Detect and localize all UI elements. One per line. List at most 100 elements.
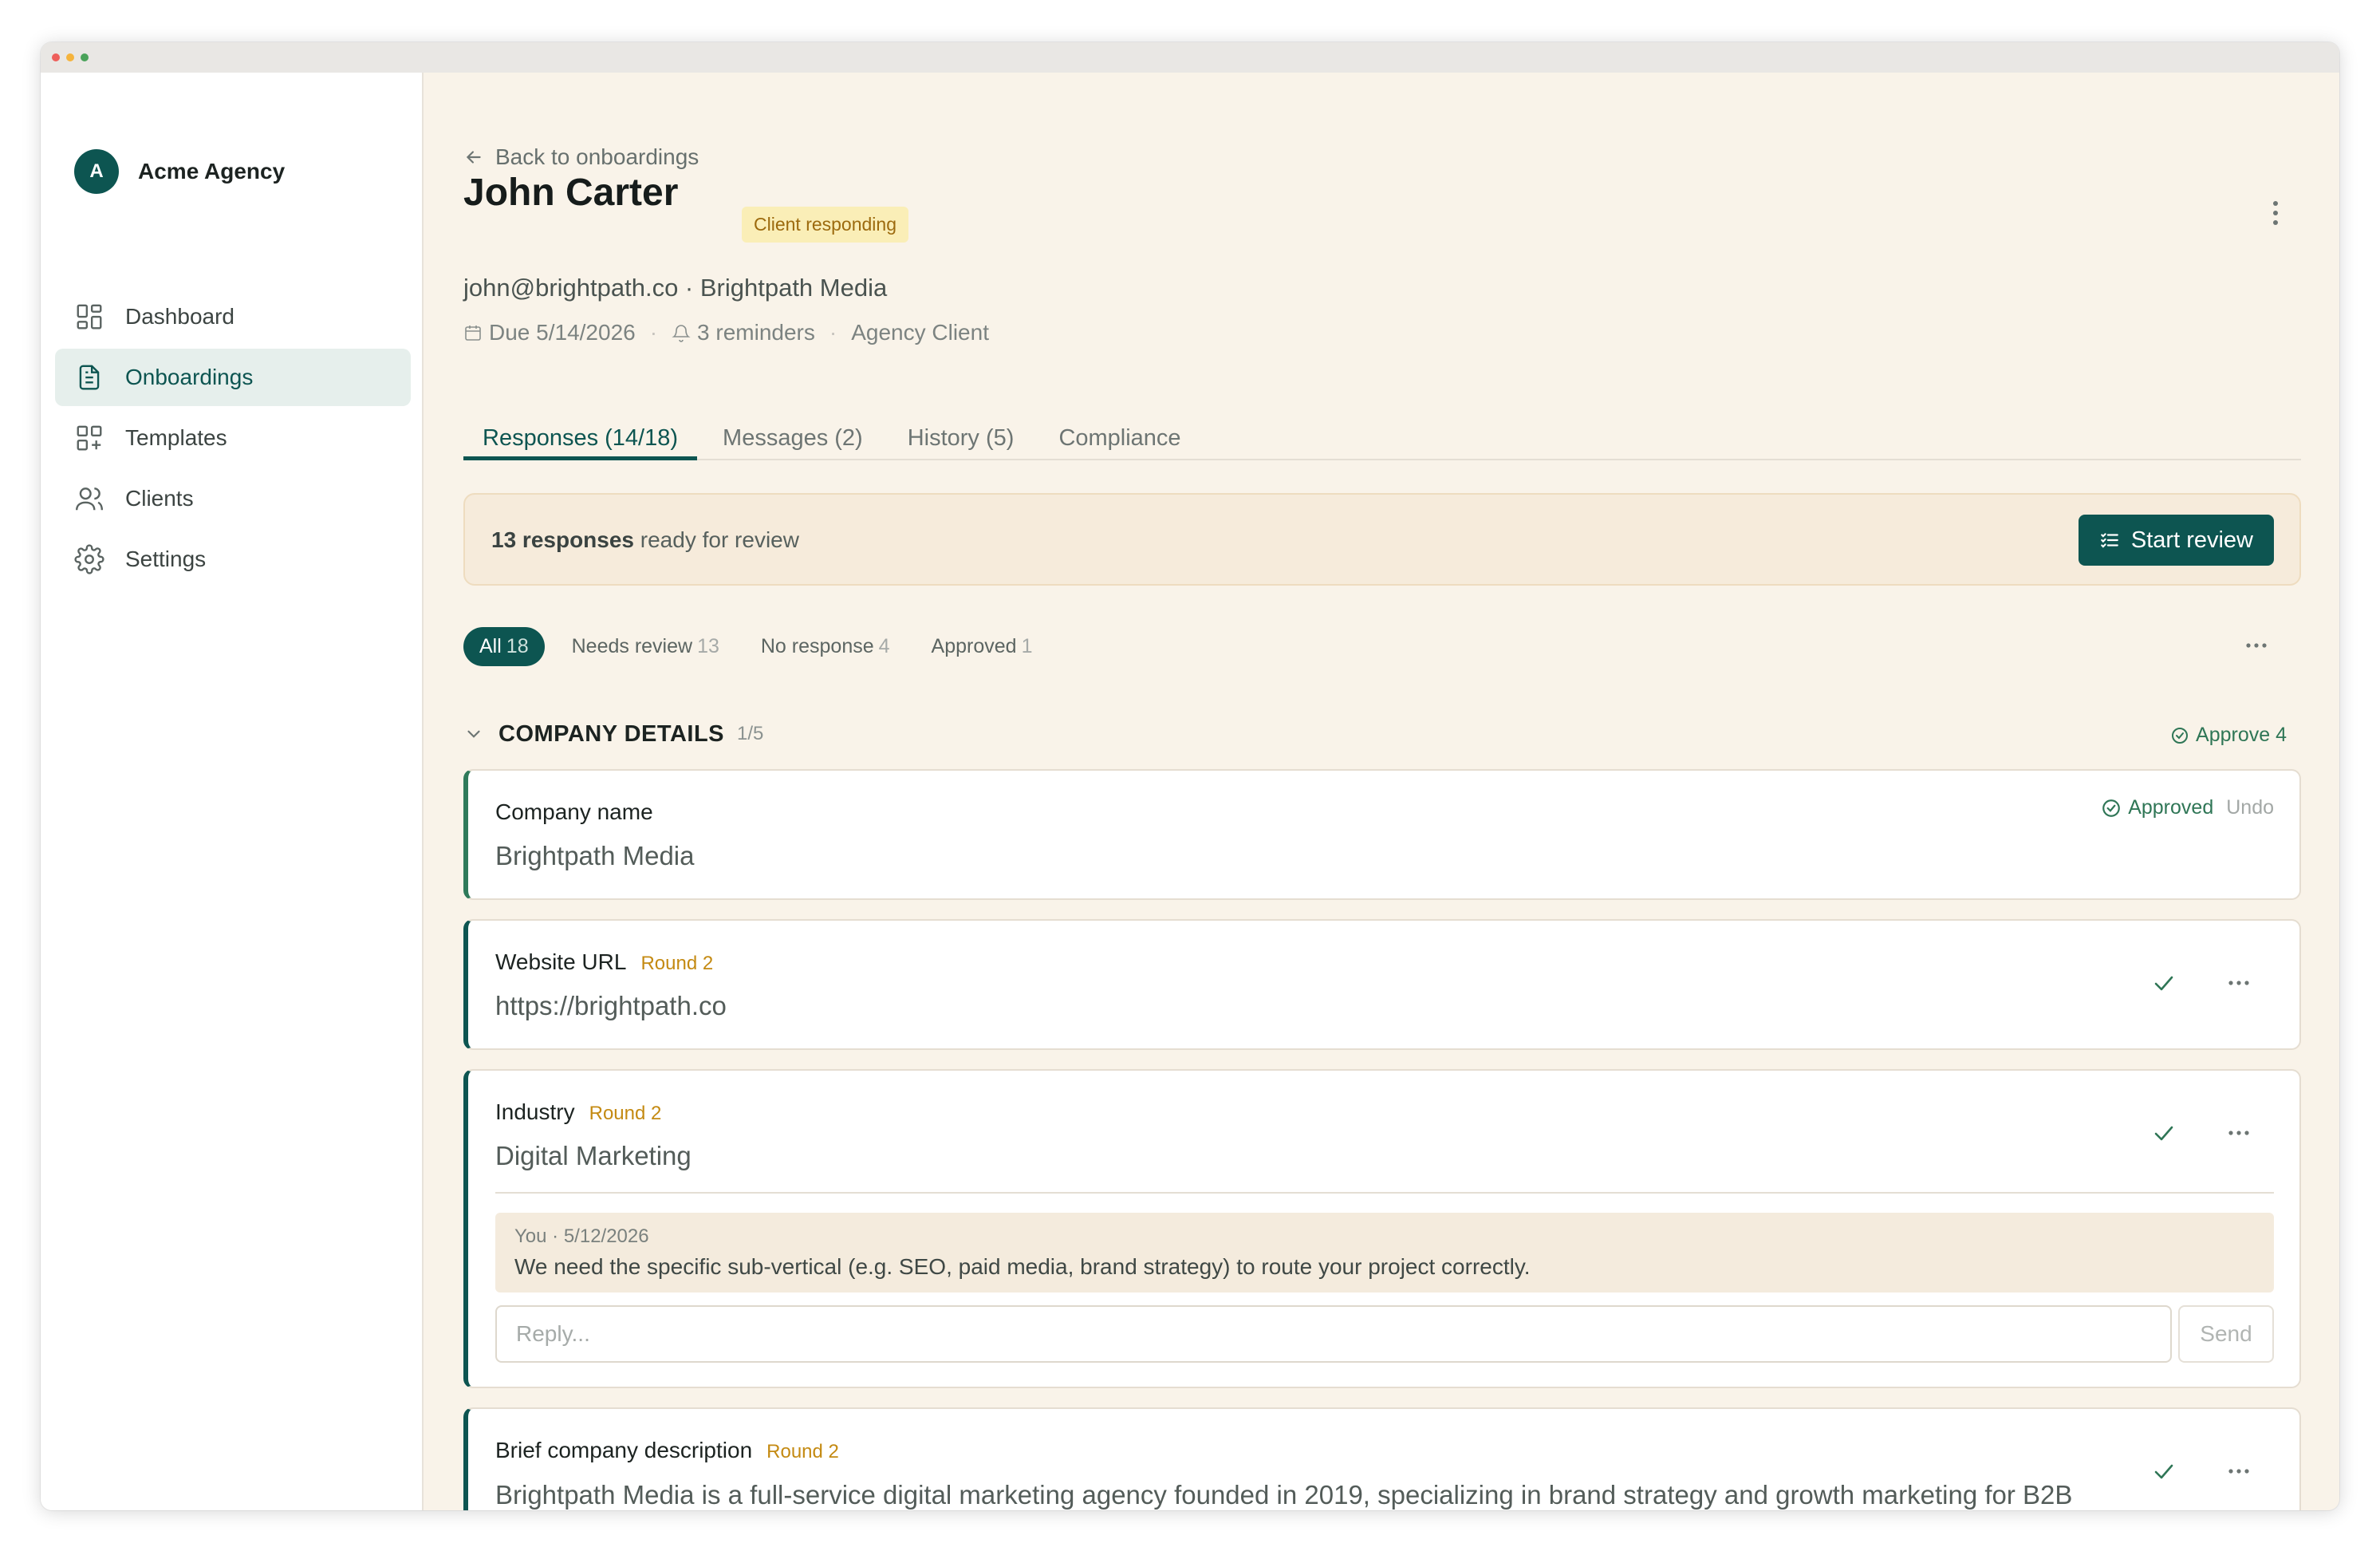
users-icon [75, 487, 104, 511]
page-title: John Carter [463, 172, 679, 214]
question-answer: Digital Marketing [495, 1141, 692, 1170]
tab-history[interactable]: History (5) [889, 416, 1034, 460]
check-icon[interactable] [2148, 967, 2180, 999]
filter-count: 4 [878, 635, 890, 657]
sidebar: A Acme Agency Dashboard Onboardings Temp… [41, 73, 424, 1510]
due-date: Due 5/14/2026 [489, 320, 636, 345]
check-icon[interactable] [2148, 1117, 2180, 1149]
gear-icon [74, 544, 104, 574]
sidebar-item-onboardings[interactable]: Onboardings [55, 349, 411, 406]
section-count: 1/5 [737, 723, 764, 744]
back-to-onboardings-link[interactable]: Back to onboardings [463, 144, 699, 170]
round-tag: Round 2 [766, 1441, 839, 1462]
back-link-label: Back to onboardings [495, 144, 699, 169]
question-label-text: Company name [495, 799, 653, 824]
check-circle-icon [2172, 727, 2189, 744]
approved-status: Approved Undo [2101, 796, 2274, 819]
filter-no-response[interactable]: No response 4 [761, 635, 890, 658]
status-badge: Client responding [742, 207, 909, 243]
close-window-button[interactable] [52, 53, 60, 61]
question-card-industry: Industry Round 2 Digital Marketing You ·… [463, 1069, 2301, 1388]
tab-bar: Responses (14/18) Messages (2) History (… [463, 416, 2301, 460]
question-label-text: Website URL [495, 949, 627, 974]
question-answer: Brightpath Media is a full-service digit… [495, 1480, 2073, 1510]
maximize-window-button[interactable] [81, 53, 89, 61]
check-circle-icon [2102, 799, 2121, 817]
comment-text: We need the specific sub-vertical (e.g. … [514, 1254, 1531, 1279]
question-label: Brief company description Round 2 [495, 1438, 839, 1463]
chevron-down-icon[interactable] [463, 724, 484, 744]
brand[interactable]: A Acme Agency [74, 149, 285, 194]
comment-meta: You · 5/12/2026 [514, 1225, 649, 1247]
bell-icon [672, 325, 691, 342]
review-comment: You · 5/12/2026 We need the specific sub… [495, 1213, 2274, 1292]
send-button[interactable]: Send [2178, 1305, 2274, 1363]
tab-responses[interactable]: Responses (14/18) [463, 416, 698, 460]
more-horizontal-icon[interactable] [2221, 1455, 2256, 1487]
filter-label: Needs review [571, 635, 693, 657]
calendar-icon [465, 326, 481, 341]
approved-label: Approved [2101, 796, 2213, 819]
meta-row: Due 5/14/2026 · 3 reminders · Agency Cli… [463, 320, 989, 345]
more-horizontal-icon[interactable] [2221, 967, 2256, 999]
banner-rest-text: ready for review [634, 527, 799, 552]
question-card-website-url: Website URL Round 2 https://brightpath.c… [463, 919, 2301, 1050]
checklist-icon [2101, 533, 2118, 548]
question-answer: https://brightpath.co [495, 991, 727, 1020]
responses-count: 13 responses [491, 527, 634, 552]
sidebar-item-templates[interactable]: Templates [55, 409, 411, 467]
window-titlebar [41, 42, 2339, 73]
document-icon [79, 365, 100, 390]
filter-approved[interactable]: Approved 1 [932, 635, 1033, 658]
filter-count: 13 [697, 635, 719, 657]
filter-count: 18 [506, 635, 529, 657]
sidebar-item-label: Clients [125, 486, 194, 511]
client-contact: john@brightpath.co · Brightpath Media [463, 274, 888, 302]
sidebar-item-dashboard[interactable]: Dashboard [55, 288, 411, 345]
question-label: Website URL Round 2 [495, 949, 713, 975]
brand-name: Acme Agency [138, 159, 286, 184]
brand-avatar: A [74, 149, 119, 194]
section-header: COMPANY DETAILS 1/5 Approve 4 [463, 712, 2301, 756]
question-answer: Brightpath Media [495, 841, 695, 870]
filter-label: Approved [931, 635, 1017, 657]
dashboard-icon [77, 304, 102, 330]
question-label: Industry Round 2 [495, 1099, 661, 1125]
reply-input[interactable] [495, 1305, 2172, 1363]
filter-needs-review[interactable]: Needs review 13 [572, 635, 719, 658]
undo-button[interactable]: Undo [2226, 796, 2274, 819]
sidebar-nav: Dashboard Onboardings Templates Clients … [55, 288, 411, 591]
sidebar-item-label: Dashboard [125, 304, 234, 329]
approved-text: Approved [2128, 796, 2214, 819]
section-title: COMPANY DETAILS [498, 720, 725, 747]
more-horizontal-icon[interactable] [2239, 629, 2274, 661]
sidebar-item-clients[interactable]: Clients [55, 470, 411, 527]
check-icon[interactable] [2148, 1455, 2180, 1487]
tab-compliance[interactable]: Compliance [1039, 416, 1200, 460]
meta-separator: · [829, 320, 837, 345]
minimize-window-button[interactable] [66, 53, 74, 61]
more-horizontal-icon[interactable] [2221, 1117, 2256, 1149]
sidebar-item-label: Onboardings [125, 365, 254, 389]
tab-messages[interactable]: Messages (2) [703, 416, 882, 460]
filter-all[interactable]: All 18 [463, 627, 545, 666]
approve-all-label: Approve 4 [2196, 724, 2287, 746]
review-banner-text: 13 responses ready for review [491, 527, 799, 553]
client-type: Agency Client [851, 320, 989, 345]
round-tag: Round 2 [640, 953, 714, 974]
reminders-count: 3 reminders [697, 320, 815, 345]
question-label-text: Brief company description [495, 1438, 753, 1462]
sidebar-item-label: Settings [125, 547, 207, 571]
start-review-label: Start review [2130, 527, 2253, 553]
round-tag: Round 2 [589, 1103, 662, 1124]
filter-label: No response [760, 635, 874, 657]
question-card-company-description: Brief company description Round 2 Bright… [463, 1407, 2301, 1510]
filter-label: All [479, 635, 502, 657]
approve-all-button[interactable]: Approve 4 [2170, 724, 2287, 747]
sidebar-item-settings[interactable]: Settings [55, 531, 411, 588]
meta-separator: · [649, 320, 658, 345]
divider [495, 1192, 2274, 1194]
app-window: A Acme Agency Dashboard Onboardings Temp… [41, 42, 2339, 1510]
more-options-icon[interactable] [2260, 195, 2291, 231]
start-review-button[interactable]: Start review [2078, 515, 2274, 566]
